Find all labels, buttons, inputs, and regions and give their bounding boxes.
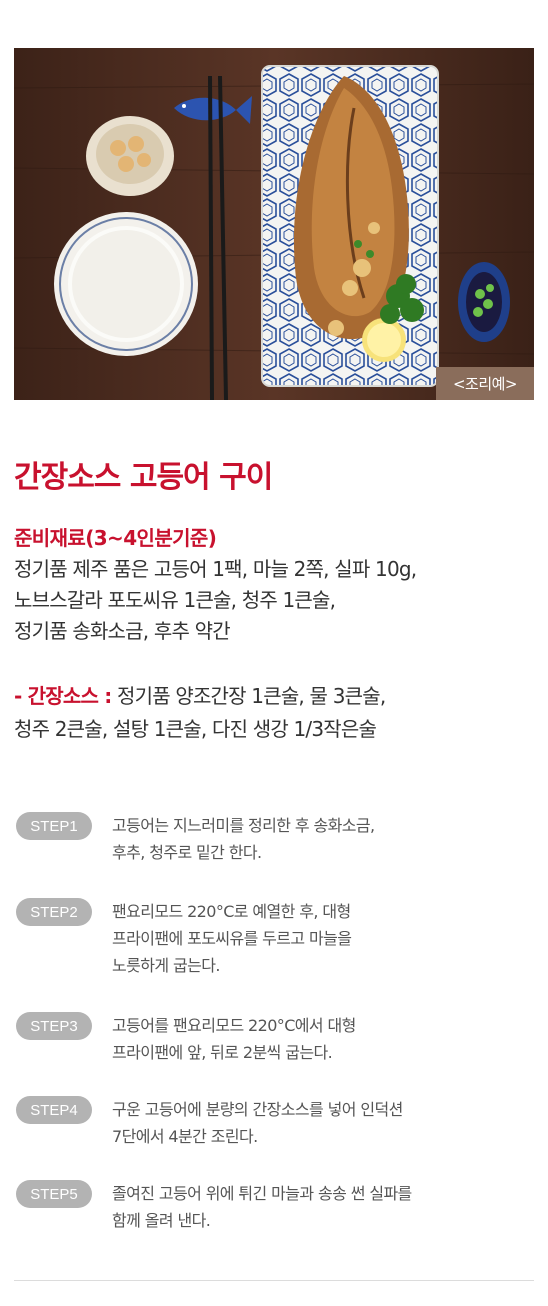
step-line: 프라이팬에 포도씨유를 두르고 마늘을: [112, 929, 352, 948]
step-badge: STEP1: [16, 812, 92, 840]
step-line: 고등어를 팬요리모드 220°C에서 대형: [112, 1016, 356, 1035]
bottom-divider: [14, 1280, 534, 1281]
step-badge: STEP5: [16, 1180, 92, 1208]
step-text: 고등어는 지느러미를 정리한 후 송화소금, 후추, 청주로 밑간 한다.: [112, 812, 542, 866]
grilled-mackerel-image: [14, 48, 534, 400]
step-badge: STEP4: [16, 1096, 92, 1124]
step-badge: STEP3: [16, 1012, 92, 1040]
step-line: 함께 올려 낸다.: [112, 1211, 211, 1230]
recipe-photo: <조리예>: [14, 48, 534, 400]
step-line: 후추, 청주로 밑간 한다.: [112, 843, 262, 862]
step-badge: STEP2: [16, 898, 92, 926]
sauce-line: 청주 2큰술, 설탕 1큰술, 다진 생강 1/3작은술: [14, 717, 377, 741]
ingredients-heading: 준비재료(3~4인분기준): [14, 526, 217, 550]
step-text: 팬요리모드 220°C로 예열한 후, 대형 프라이팬에 포도씨유를 두르고 마…: [112, 898, 542, 979]
step-text: 고등어를 팬요리모드 220°C에서 대형 프라이팬에 앞, 뒤로 2분씩 굽는…: [112, 1012, 542, 1066]
sauce-label: - 간장소스 :: [14, 684, 112, 708]
step-text: 졸여진 고등어 위에 튀긴 마늘과 송송 썬 실파를 함께 올려 낸다.: [112, 1180, 542, 1234]
step-line: 7단에서 4분간 조린다.: [112, 1127, 258, 1146]
ingredients-line: 정기품 송화소금, 후추 약간: [14, 619, 231, 643]
sauce-section: - 간장소스 : 정기품 양조간장 1큰술, 물 3큰술, 청주 2큰술, 설탕…: [14, 680, 544, 746]
step-line: 팬요리모드 220°C로 예열한 후, 대형: [112, 902, 351, 921]
step-line: 구운 고등어에 분량의 간장소스를 넣어 인덕션: [112, 1100, 403, 1119]
photo-caption: <조리예>: [436, 367, 534, 400]
sauce-line: - 간장소스 : 정기품 양조간장 1큰술, 물 3큰술,: [14, 680, 544, 713]
ingredients-line: 정기품 제주 품은 고등어 1팩, 마늘 2쪽, 실파 10g,: [14, 557, 417, 581]
recipe-title: 간장소스 고등어 구이: [14, 460, 273, 495]
ingredients-list: 정기품 제주 품은 고등어 1팩, 마늘 2쪽, 실파 10g, 노브스갈라 포…: [14, 554, 544, 647]
step-line: 프라이팬에 앞, 뒤로 2분씩 굽는다.: [112, 1043, 333, 1062]
ingredients-line: 노브스갈라 포도씨유 1큰술, 청주 1큰술,: [14, 588, 336, 612]
sauce-text: 정기품 양조간장 1큰술, 물 3큰술,: [111, 684, 386, 708]
step-line: 고등어는 지느러미를 정리한 후 송화소금,: [112, 816, 375, 835]
step-line: 노릇하게 굽는다.: [112, 956, 220, 975]
step-line: 졸여진 고등어 위에 튀긴 마늘과 송송 썬 실파를: [112, 1184, 412, 1203]
step-text: 구운 고등어에 분량의 간장소스를 넣어 인덕션 7단에서 4분간 조린다.: [112, 1096, 542, 1150]
